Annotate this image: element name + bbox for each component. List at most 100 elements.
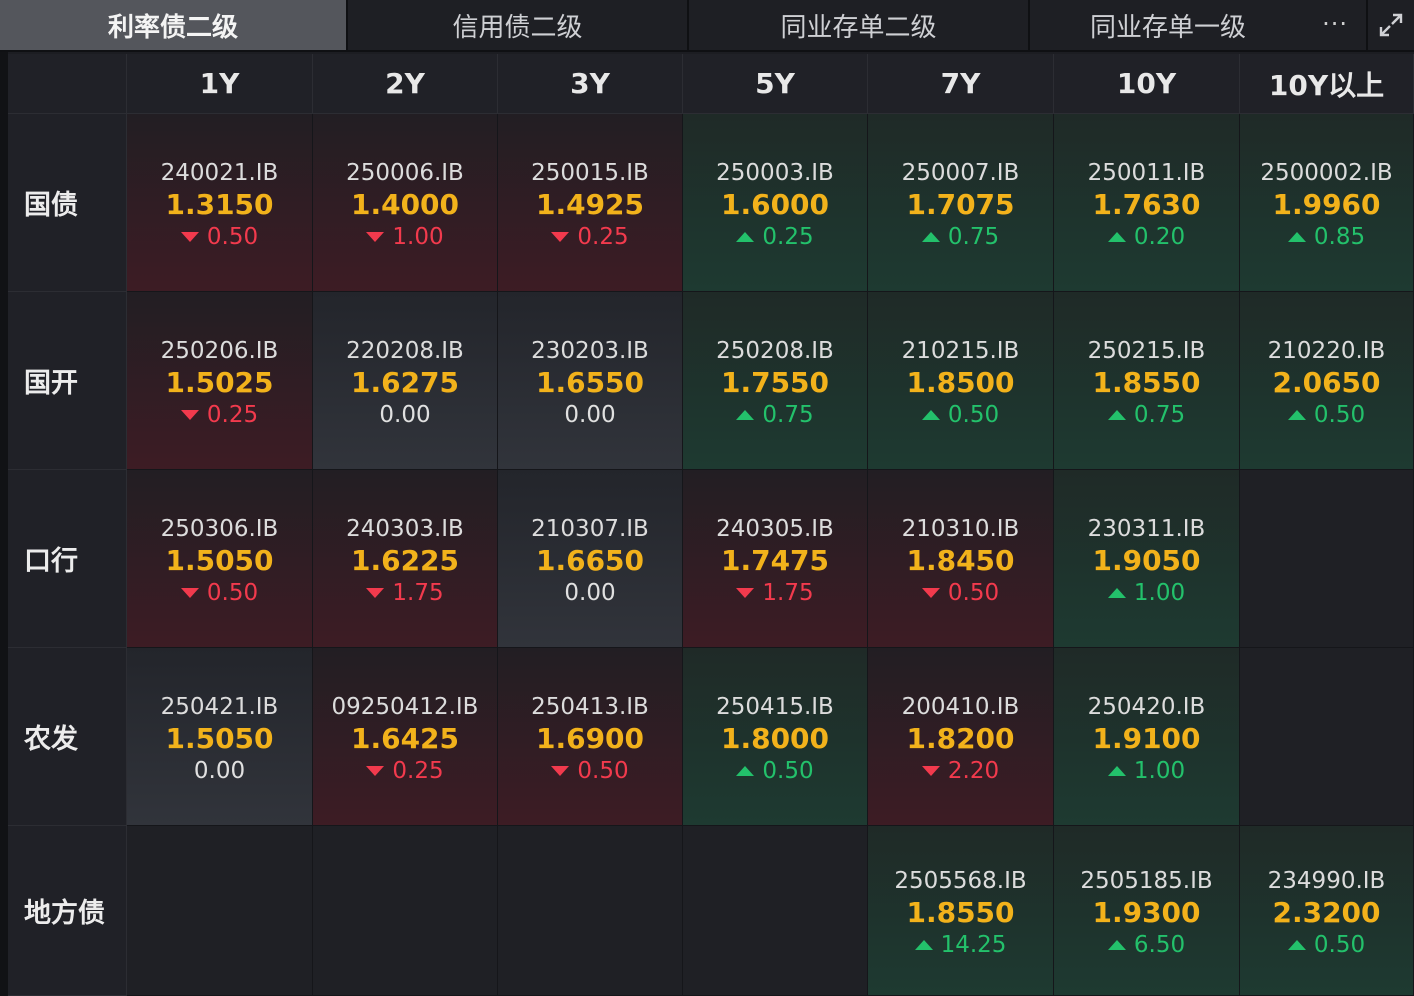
- column-header[interactable]: 3Y: [498, 54, 683, 114]
- bond-quote-cell[interactable]: 250007.IB 1.7075 0.75: [868, 114, 1054, 292]
- bond-code: 250015.IB: [531, 159, 649, 186]
- bond-quote-cell[interactable]: 09250412.IB 1.6425 0.25: [313, 648, 498, 826]
- triangle-up-icon: [921, 409, 940, 420]
- bond-code: 240305.IB: [716, 515, 834, 542]
- bond-quote-cell[interactable]: 2505568.IB 1.8550 14.25: [868, 826, 1054, 996]
- bond-yield: 2.3200: [1272, 895, 1381, 929]
- triangle-down-icon: [366, 231, 385, 242]
- bond-quote-cell[interactable]: 210310.IB 1.8450 0.50: [868, 470, 1054, 648]
- triangle-down-icon: [736, 587, 755, 598]
- bond-change-value: 2.20: [947, 757, 1000, 784]
- bond-quote-cell[interactable]: 250215.IB 1.8550 0.75: [1054, 292, 1240, 470]
- column-header[interactable]: 10Y以上: [1240, 54, 1414, 114]
- bond-change-value: 0.25: [206, 401, 259, 428]
- tab-rate-bond-secondary[interactable]: 利率债二级: [0, 0, 348, 50]
- bond-quote-cell[interactable]: 250006.IB 1.4000 1.00: [313, 114, 498, 292]
- bond-yield: 1.9100: [1092, 721, 1201, 755]
- bond-quote-cell[interactable]: 250208.IB 1.7550 0.75: [683, 292, 868, 470]
- bond-quote-cell[interactable]: 240021.IB 1.3150 0.50: [127, 114, 313, 292]
- bond-change: 0.50: [180, 222, 258, 252]
- bond-change: 1.75: [366, 578, 444, 608]
- triangle-up-icon: [1107, 765, 1126, 776]
- bond-quote-cell[interactable]: 210220.IB 2.0650 0.50: [1240, 292, 1414, 470]
- bond-change-value: 0.75: [1133, 401, 1186, 428]
- bond-quote-cell[interactable]: 250003.IB 1.6000 0.25: [683, 114, 868, 292]
- tab-ncd-primary-label: 同业存单一级: [1090, 12, 1247, 43]
- bond-change: 0.25: [736, 222, 814, 252]
- bond-yield: 1.3150: [165, 187, 274, 221]
- bond-quote-cell[interactable]: 250420.IB 1.9100 1.00: [1054, 648, 1240, 826]
- bond-change: 0.50: [551, 756, 629, 786]
- column-header[interactable]: 2Y: [313, 54, 498, 114]
- empty-cell: [683, 826, 868, 996]
- empty-cell: [1240, 648, 1414, 826]
- bond-yield: 1.8000: [720, 721, 830, 755]
- bond-yield: 1.4000: [350, 187, 460, 221]
- bond-quote-cell[interactable]: 2505185.IB 1.9300 6.50: [1054, 826, 1240, 996]
- bond-change-value: 0.00: [379, 401, 431, 428]
- bond-change-value: 0.85: [1313, 223, 1366, 250]
- bond-quote-cell[interactable]: 220208.IB 1.6275 0.00: [313, 292, 498, 470]
- bond-quote-cell[interactable]: 210215.IB 1.8500 0.50: [868, 292, 1054, 470]
- bond-quote-cell[interactable]: 230311.IB 1.9050 1.00: [1054, 470, 1240, 648]
- bond-quote-cell[interactable]: 200410.IB 1.8200 2.20: [868, 648, 1054, 826]
- bond-yield: 1.6225: [350, 543, 460, 577]
- bond-change: 1.00: [1107, 578, 1185, 608]
- expand-icon: [1379, 13, 1403, 37]
- bond-change-value: 0.00: [564, 579, 616, 606]
- bond-yield: 1.6000: [720, 187, 830, 221]
- bond-code: 210307.IB: [531, 515, 649, 542]
- triangle-down-icon: [921, 587, 940, 598]
- expand-button[interactable]: [1368, 0, 1414, 50]
- bond-quote-cell[interactable]: 234990.IB 2.3200 0.50: [1240, 826, 1414, 996]
- bond-quote-cell[interactable]: 250206.IB 1.5025 0.25: [127, 292, 313, 470]
- bond-quote-cell[interactable]: 250011.IB 1.7630 0.20: [1054, 114, 1240, 292]
- bond-quote-cell[interactable]: 230203.IB 1.6550 0.00: [498, 292, 683, 470]
- row-label: 地方债: [8, 826, 127, 996]
- tab-ncd-primary[interactable]: 同业存单一级 ···: [1030, 0, 1368, 50]
- tab-credit-bond-secondary[interactable]: 信用债二级: [348, 0, 689, 50]
- column-header[interactable]: 1Y: [127, 54, 313, 114]
- bond-change-value: 0.50: [1313, 931, 1366, 958]
- triangle-down-icon: [366, 765, 385, 776]
- tab-ncd-secondary[interactable]: 同业存单二级: [689, 0, 1030, 50]
- bond-quote-cell[interactable]: 250015.IB 1.4925 0.25: [498, 114, 683, 292]
- bond-change: 0.25: [551, 222, 629, 252]
- row-label: 口行: [8, 470, 127, 648]
- column-header[interactable]: 10Y: [1054, 54, 1240, 114]
- bond-change: 1.75: [736, 578, 814, 608]
- bond-change: 0.50: [921, 400, 999, 430]
- bond-change: 0.00: [564, 578, 615, 608]
- bond-change: 0.50: [180, 578, 258, 608]
- triangle-down-icon: [551, 765, 570, 776]
- more-dots-icon[interactable]: ···: [1322, 10, 1348, 38]
- bond-change: 0.20: [1107, 222, 1185, 252]
- bond-code: 250306.IB: [160, 515, 279, 542]
- bond-change-value: 6.50: [1133, 931, 1186, 958]
- bond-change: 1.00: [366, 222, 444, 252]
- bond-quote-cell[interactable]: 240303.IB 1.6225 1.75: [313, 470, 498, 648]
- row-label: 国债: [8, 114, 127, 292]
- bond-change-value: 0.50: [947, 579, 1000, 606]
- bond-code: 200410.IB: [901, 693, 1020, 720]
- bond-quote-cell[interactable]: 250421.IB 1.5050 0.00: [127, 648, 313, 826]
- bond-code: 234990.IB: [1267, 867, 1386, 894]
- bond-change: 0.50: [921, 578, 1000, 608]
- column-header[interactable]: 7Y: [868, 54, 1054, 114]
- bond-change-value: 1.75: [392, 579, 444, 606]
- bond-quote-cell[interactable]: 2500002.IB 1.9960 0.85: [1240, 114, 1414, 292]
- bond-quote-cell[interactable]: 250306.IB 1.5050 0.50: [127, 470, 313, 648]
- bond-quote-cell[interactable]: 210307.IB 1.6650 0.00: [498, 470, 683, 648]
- empty-cell: [313, 826, 498, 996]
- bond-change: 6.50: [1107, 930, 1186, 960]
- bond-quote-cell[interactable]: 240305.IB 1.7475 1.75: [683, 470, 868, 648]
- bond-code: 210220.IB: [1267, 337, 1386, 364]
- bond-yield: 1.8500: [906, 365, 1015, 399]
- column-header[interactable]: 5Y: [683, 54, 868, 114]
- bond-yield: 1.7475: [720, 543, 830, 577]
- triangle-up-icon: [736, 765, 755, 776]
- triangle-up-icon: [736, 231, 755, 242]
- bond-quote-cell[interactable]: 250413.IB 1.6900 0.50: [498, 648, 683, 826]
- bond-quote-cell[interactable]: 250415.IB 1.8000 0.50: [683, 648, 868, 826]
- bond-code: 250421.IB: [160, 693, 279, 720]
